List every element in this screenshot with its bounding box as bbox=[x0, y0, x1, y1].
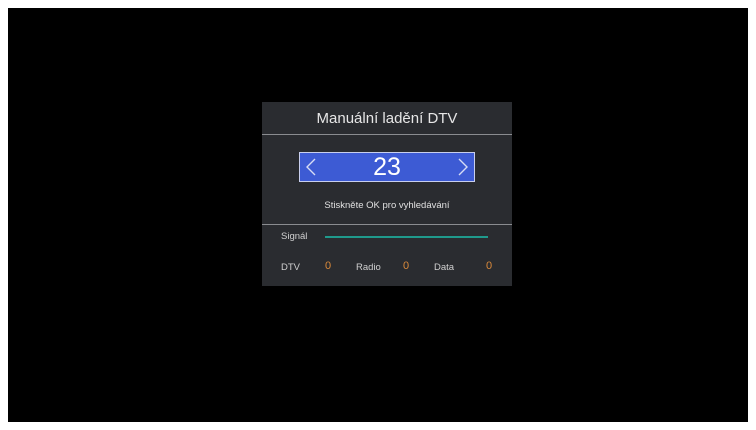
dtv-count: 0 bbox=[325, 260, 332, 272]
signal-bar-fill bbox=[325, 236, 488, 238]
radio-count: 0 bbox=[403, 260, 410, 272]
left-chevron-icon[interactable] bbox=[302, 156, 320, 178]
channel-selector[interactable]: 23 bbox=[299, 152, 475, 182]
tv-screen: Manuální ladění DTV 23 Stiskněte OK pro … bbox=[8, 8, 748, 422]
signal-bar bbox=[325, 236, 488, 238]
dtv-label: DTV bbox=[281, 262, 300, 273]
channel-number: 23 bbox=[373, 153, 401, 181]
section-divider bbox=[262, 224, 512, 225]
radio-label: Radio bbox=[356, 262, 381, 273]
title-divider bbox=[262, 134, 512, 135]
data-label: Data bbox=[434, 262, 455, 273]
search-hint: Stiskněte OK pro vyhledávání bbox=[324, 200, 450, 211]
signal-label: Signál bbox=[281, 231, 308, 242]
data-count: 0 bbox=[486, 260, 493, 272]
right-chevron-icon[interactable] bbox=[454, 156, 472, 178]
dialog-title: Manuální ladění DTV bbox=[316, 110, 458, 127]
manual-tuning-dialog: Manuální ladění DTV 23 Stiskněte OK pro … bbox=[262, 102, 512, 286]
